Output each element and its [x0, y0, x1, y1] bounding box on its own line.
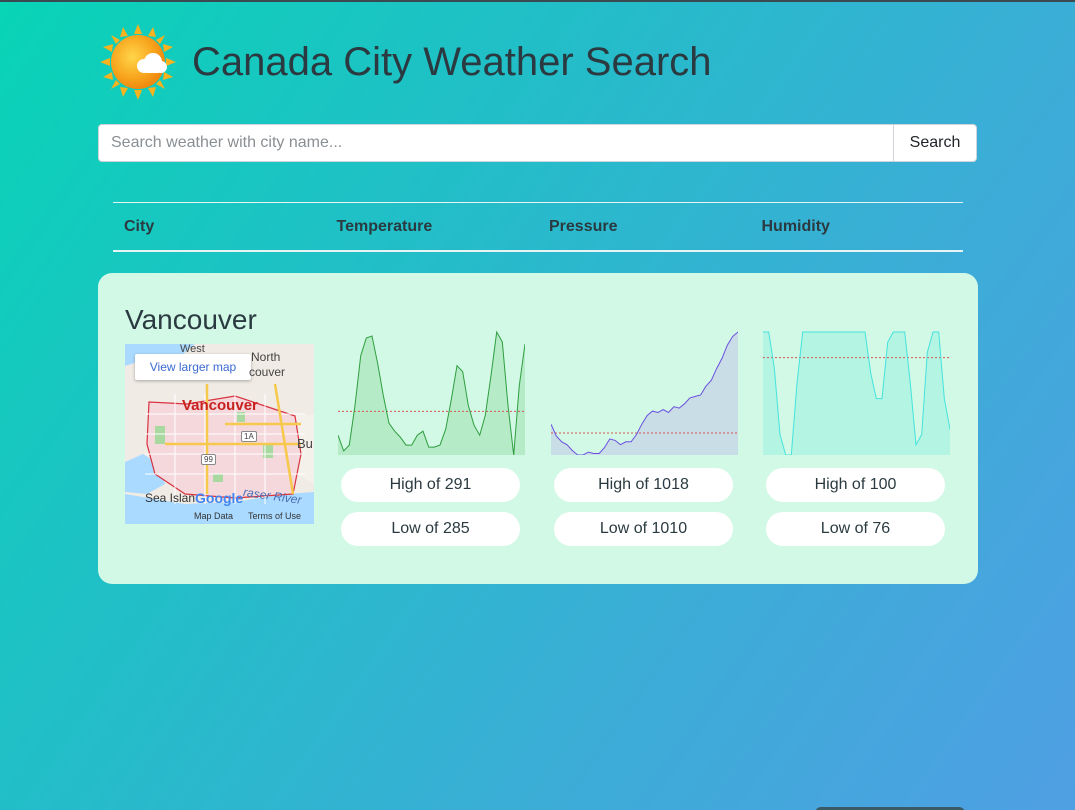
map-label-city: Vancouver	[182, 397, 258, 414]
app-header: Canada City Weather Search	[100, 24, 712, 100]
map-label-north: North	[251, 350, 281, 364]
column-header-temperature: Temperature	[336, 218, 433, 235]
sun-cloud-icon	[100, 24, 176, 100]
search-bar: Search	[98, 124, 977, 162]
humidity-chart	[763, 331, 950, 455]
map-data-label: Map Data	[194, 511, 234, 521]
terms-of-use-link[interactable]: Terms of Use	[248, 511, 301, 521]
search-input[interactable]	[98, 124, 893, 162]
temperature-area	[338, 332, 525, 455]
highway-1a-badge: 1A	[241, 431, 257, 442]
column-header-humidity: Humidity	[761, 218, 830, 235]
google-logo: Google	[195, 490, 244, 506]
search-button[interactable]: Search	[893, 124, 977, 162]
map-label-couver: couver	[249, 365, 286, 379]
map-label-west: West	[180, 344, 205, 355]
temperature-low-badge: Low of 285	[341, 512, 520, 546]
map-label-sea-island: Sea Islan	[145, 491, 196, 505]
city-name: Vancouver	[125, 304, 257, 335]
pressure-column: High of 1018 Low of 1010	[551, 330, 738, 546]
column-header-city: City	[124, 218, 155, 235]
page-title: Canada City Weather Search	[192, 39, 712, 84]
humidity-area	[763, 332, 950, 455]
highway-99-badge: 99	[201, 454, 216, 465]
city-weather-card: Vancouver View larger map West North cou…	[98, 273, 978, 584]
pressure-chart	[551, 331, 738, 455]
map-label-bu: Bu	[297, 436, 313, 451]
humidity-high-badge: High of 100	[766, 468, 945, 502]
column-header-pressure: Pressure	[549, 218, 618, 235]
pressure-high-badge: High of 1018	[554, 468, 733, 502]
temperature-high-badge: High of 291	[341, 468, 520, 502]
temperature-chart	[338, 330, 525, 455]
results-table-header: City Temperature Pressure Humidity	[113, 202, 963, 252]
humidity-column: High of 100 Low of 76	[763, 330, 950, 546]
temperature-column: High of 291 Low of 285	[338, 330, 525, 546]
view-larger-map-link[interactable]: View larger map	[135, 354, 251, 380]
pressure-low-badge: Low of 1010	[554, 512, 733, 546]
pressure-area	[551, 332, 738, 455]
humidity-low-badge: Low of 76	[766, 512, 945, 546]
city-map[interactable]: View larger map West North couver Vancou…	[125, 344, 314, 524]
